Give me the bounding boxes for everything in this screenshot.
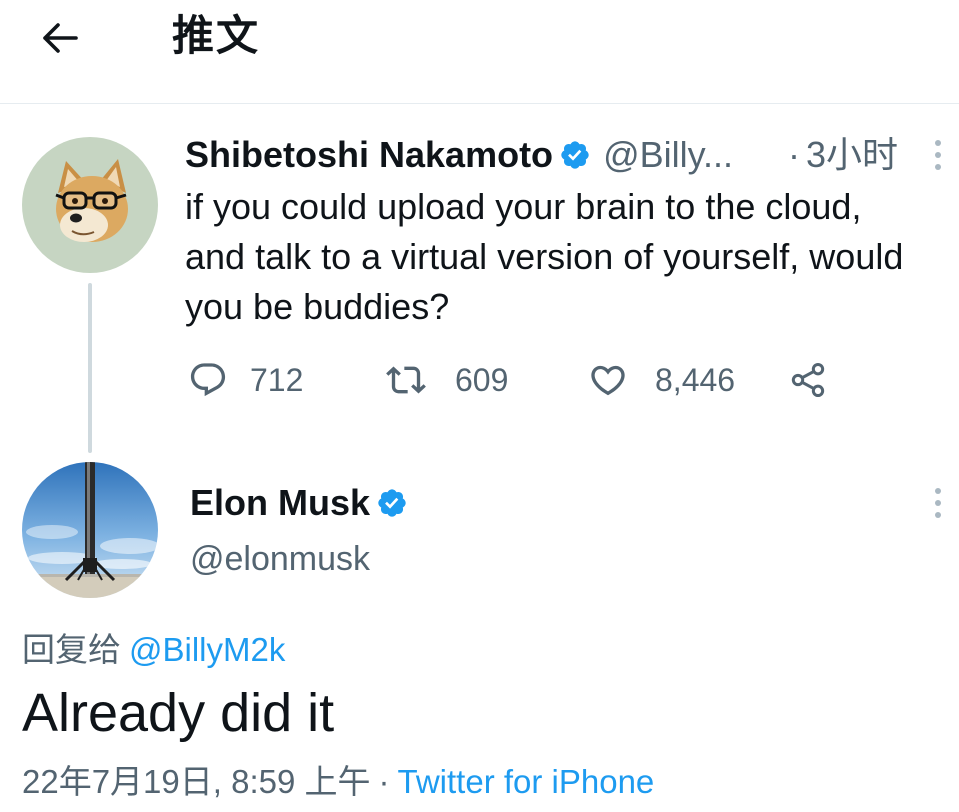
thread-connector-line	[88, 283, 92, 453]
author-handle[interactable]: @Billy...	[603, 134, 733, 176]
author-name[interactable]: Elon Musk	[190, 482, 370, 524]
page-title: 推文	[172, 12, 261, 59]
doge-avatar[interactable]	[22, 137, 158, 273]
retweet-count: 609	[455, 362, 509, 398]
share-icon[interactable]	[788, 360, 828, 400]
reply-to-link[interactable]: @BillyM2k	[129, 631, 285, 668]
relative-time: 3小时	[806, 134, 899, 175]
verified-badge-icon	[561, 141, 589, 169]
tweet-source-link[interactable]: Twitter for iPhone	[398, 763, 655, 800]
reply-count: 712	[250, 362, 304, 398]
author-handle[interactable]: @elonmusk	[190, 537, 370, 581]
replying-to: 回复给 @BillyM2k	[22, 628, 285, 672]
reply-prefix: 回复给	[22, 631, 121, 668]
tweet-date[interactable]: 22年7月19日, 8:59 上午	[22, 763, 371, 800]
verified-badge-icon	[378, 489, 406, 517]
tweet-text: Already did it	[22, 683, 335, 743]
tweet-text-line: and talk to a virtual version of yoursel…	[185, 236, 904, 277]
rocket-avatar[interactable]	[22, 462, 158, 598]
tweet-text-line: you be buddies?	[185, 286, 450, 327]
more-vertical-icon[interactable]	[930, 137, 946, 173]
separator: ·	[788, 134, 800, 175]
like-count: 8,446	[655, 362, 736, 398]
tweet-timestamp[interactable]: · 3小时	[788, 132, 898, 178]
parent-tweet-header: Shibetoshi Nakamoto @Billy...	[185, 132, 733, 178]
author-name[interactable]: Shibetoshi Nakamoto	[185, 134, 553, 176]
reply-icon[interactable]	[188, 360, 228, 400]
tweet-text: if you could upload your brain to the cl…	[185, 182, 955, 332]
doge-avatar-image	[22, 137, 158, 273]
header-divider	[0, 103, 959, 104]
arrow-left-icon[interactable]	[36, 14, 84, 62]
more-vertical-icon[interactable]	[930, 485, 946, 521]
heart-icon[interactable]	[588, 360, 628, 400]
tweet-meta: 22年7月19日, 8:59 上午 · Twitter for iPhone	[22, 760, 654, 804]
retweet-icon[interactable]	[386, 360, 426, 400]
rocket-avatar-image	[22, 462, 158, 598]
main-tweet-header: Elon Musk	[190, 480, 408, 526]
tweet-text-line: if you could upload your brain to the cl…	[185, 186, 862, 227]
separator: ·	[378, 763, 390, 800]
